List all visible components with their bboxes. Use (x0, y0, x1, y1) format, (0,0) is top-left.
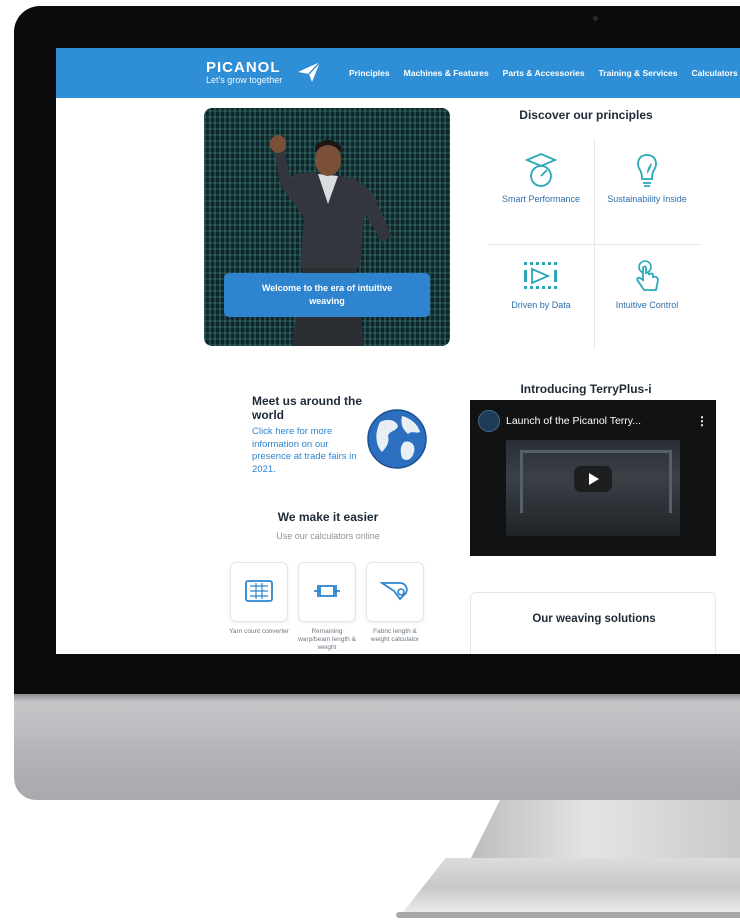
top-navigation-bar: PICANOL Let's grow together Principles M… (56, 48, 740, 98)
principle-sustainability-inside[interactable]: Sustainability Inside (594, 138, 700, 244)
meet-us-link[interactable]: Click here for more information on our p… (252, 426, 362, 476)
monitor-chin (14, 694, 740, 800)
calculator-icon (245, 580, 273, 602)
lightbulb-leaf-icon (637, 154, 657, 187)
fabric-roll-icon (380, 582, 408, 601)
monitor-stand-neck (470, 800, 740, 860)
paper-plane-icon (298, 61, 321, 82)
logo-wordmark: PICANOL (206, 59, 281, 76)
nav-item-parts-accessories[interactable]: Parts & Accessories (503, 68, 585, 78)
nav-item-principles[interactable]: Principles (349, 68, 390, 78)
nav-item-training-services[interactable]: Training & Services (599, 68, 678, 78)
principle-smart-performance[interactable]: Smart Performance (488, 138, 594, 244)
picanol-logo[interactable]: PICANOL Let's grow together (206, 60, 282, 85)
camera-icon (593, 16, 598, 21)
principle-label: Driven by Data (511, 300, 571, 310)
logo-tagline: Let's grow together (206, 75, 283, 85)
video-section-title: Introducing TerryPlus-i (520, 382, 652, 396)
website-screen: PICANOL Let's grow together Principles M… (56, 48, 740, 654)
weaving-solutions-title: Our weaving solutions (532, 613, 656, 625)
main-nav: Principles Machines & Features Parts & A… (349, 68, 738, 78)
monitor-stand-base (400, 858, 740, 916)
video-player[interactable]: Launch of the Picanol Terry... ⋮ (470, 400, 716, 556)
principle-label: Smart Performance (501, 194, 581, 204)
binary-data-icon (524, 262, 557, 289)
chin-shadow (14, 694, 740, 702)
meet-us-title: Meet us around the world (252, 394, 363, 422)
hero-cta-button[interactable]: Welcome to the era of intuitive weaving (224, 273, 430, 317)
scene: PICANOL Let's grow together Principles M… (0, 0, 740, 921)
warp-beam-icon (314, 585, 340, 597)
calculator-label: Fabric length & weight calculator (370, 628, 420, 643)
nav-item-calculators[interactable]: Calculators (691, 68, 737, 78)
play-button-icon[interactable] (574, 466, 612, 492)
video-caption: Launch of the Picanol Terry... (506, 415, 642, 427)
more-options-icon[interactable]: ⋮ (696, 414, 708, 428)
monitor-stand-lip (396, 912, 740, 918)
calculator-card-yarn-count[interactable] (230, 562, 288, 622)
globe-icon (367, 409, 427, 469)
principle-label: Intuitive Control (615, 300, 679, 310)
weaving-solutions-card[interactable]: Our weaving solutions (470, 592, 716, 654)
calculator-label: Yarn count converter (229, 628, 289, 635)
graduation-gauge-icon (524, 153, 558, 187)
video-header: Launch of the Picanol Terry... (478, 410, 641, 432)
nav-item-machines-features[interactable]: Machines & Features (404, 68, 489, 78)
touch-hand-icon (636, 260, 659, 291)
hero-banner: Welcome to the era of intuitive weaving (204, 108, 450, 346)
easier-subtitle: Use our calculators online (276, 531, 380, 541)
calculator-card-fabric-length[interactable] (366, 562, 424, 622)
principle-label: Sustainability Inside (607, 194, 687, 204)
principles-grid: Smart Performance Sustainability Inside (488, 138, 700, 350)
meet-us-block: Meet us around the world Click here for … (252, 394, 362, 476)
principle-intuitive-control[interactable]: Intuitive Control (594, 244, 700, 350)
principle-driven-by-data[interactable]: Driven by Data (488, 244, 594, 350)
calculator-label: Remaining warp/beam length & weight (298, 628, 356, 651)
channel-avatar[interactable] (478, 410, 500, 432)
easier-title: We make it easier (277, 510, 379, 524)
calculator-card-warp-beam[interactable] (298, 562, 356, 622)
principles-title: Discover our principles (519, 108, 653, 122)
